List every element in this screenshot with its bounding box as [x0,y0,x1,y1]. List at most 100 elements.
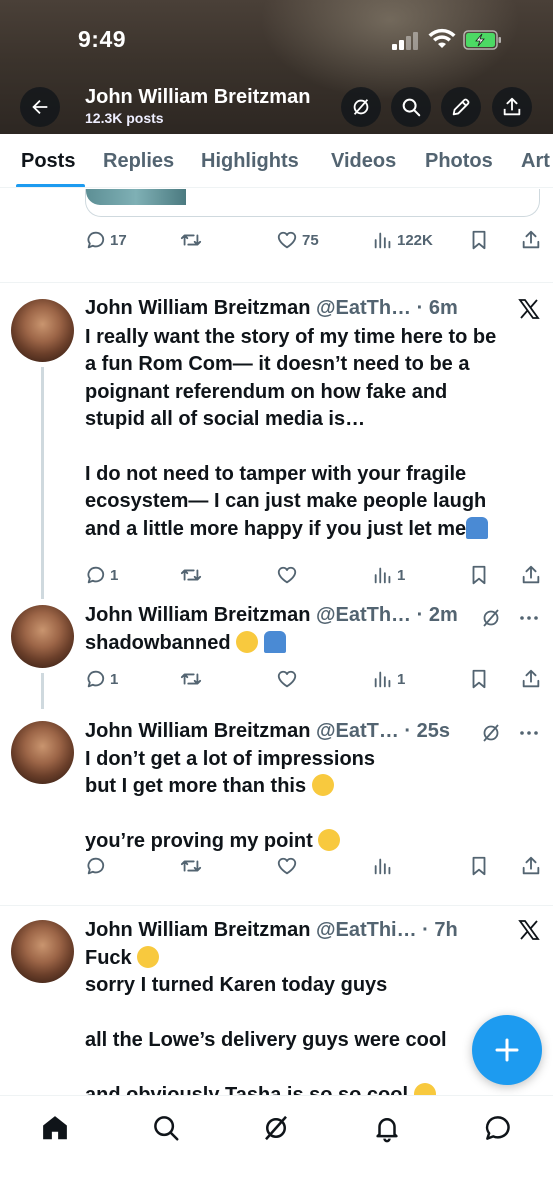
tab-photos[interactable]: Photos [425,150,493,173]
media-thumbnail [86,189,186,205]
grok-icon[interactable] [479,606,503,630]
share-button[interactable] [520,854,542,878]
author-name[interactable]: John William Breitzman [85,604,310,626]
tab-articles[interactable]: Art [521,150,550,173]
avatar[interactable] [11,299,74,362]
nav-notifications[interactable] [369,1110,405,1146]
share-button[interactable] [520,667,542,691]
post-action-bar: 17 75 122K [85,228,545,252]
avatar[interactable] [11,920,74,983]
reply-count: 17 [110,231,127,249]
repost-button[interactable] [179,667,203,691]
views-button[interactable]: 122K [372,228,433,252]
author-name[interactable]: John William Breitzman [85,720,310,742]
grok-icon[interactable] [479,721,503,745]
nav-home[interactable] [37,1110,73,1146]
like-button[interactable]: 75 [275,228,319,252]
reply-count: 1 [110,670,119,688]
like-button[interactable] [275,563,299,587]
notifications-icon [376,1118,398,1143]
repost-icon [180,860,202,872]
post-action-bar: 1 1 [85,667,545,691]
tab-posts[interactable]: Posts [21,150,75,173]
reply-button[interactable] [85,854,107,878]
post-time: · 6m [416,297,458,319]
reply-button[interactable]: 1 [85,563,118,587]
post-text-line-with-emoji: and a little more happy if you just let … [85,516,540,543]
views-button[interactable] [372,854,394,878]
repost-button[interactable] [179,228,203,252]
compose-post-button[interactable] [472,1015,542,1085]
shrug-emoji-icon [466,516,489,539]
like-icon [277,670,297,688]
reply-icon [87,857,105,875]
cellular-signal-icon [392,32,420,50]
views-icon [374,858,391,875]
repost-button[interactable] [179,854,203,878]
author-name[interactable]: John William Breitzman [85,919,310,941]
posts-feed[interactable]: 17 75 122K John William Breitzman @EatTh… [0,189,553,1095]
grok-button[interactable] [341,87,381,127]
home-icon [43,1116,67,1140]
tab-videos[interactable]: Videos [331,150,396,173]
nav-grok[interactable] [258,1110,294,1146]
bookmark-button[interactable] [468,228,490,252]
search-profile-button[interactable] [391,87,431,127]
x-logo-icon [518,920,540,940]
header-banner [260,0,520,100]
bookmark-button[interactable] [468,667,490,691]
post-text-line: sorry I turned Karen today guys [85,974,388,997]
status-time: 9:49 [78,26,127,52]
post-item[interactable]: John William Breitzman @EatT… · 25s I do… [0,709,553,905]
laughing-emoji-icon [236,631,259,653]
tab-highlights[interactable]: Highlights [201,150,299,173]
quoted-media-card[interactable] [85,189,540,217]
bookmark-button[interactable] [468,854,490,878]
author-handle[interactable]: @EatTh… [316,297,411,319]
profile-header: 9:49 John William Breitzman 12.3K posts [0,0,553,134]
tab-replies[interactable]: Replies [103,150,174,173]
author-handle[interactable]: @EatT… [316,720,399,742]
repost-button[interactable] [179,563,203,587]
author-handle[interactable]: @EatThi… [316,919,417,941]
profile-tabs: Posts Replies Highlights Videos Photos A… [0,134,553,188]
post-item[interactable]: John William Breitzman @EatThi… · 7h Fuc… [0,906,553,1095]
avatar[interactable] [11,721,74,784]
share-icon [503,97,521,116]
share-profile-button[interactable] [492,87,532,127]
post-author-line: John William Breitzman @EatT… · 25s [85,718,450,744]
post-text-line: ecosystem— I can just make people laugh [85,490,487,513]
profile-name: John William Breitzman [85,86,311,108]
post-item[interactable]: John William Breitzman @EatTh… · 6m I re… [0,283,553,599]
grok-icon [265,1115,287,1141]
back-button[interactable] [20,87,60,127]
post-text-line-with-emoji: shadowbanned [85,630,540,657]
bookmark-icon [472,565,486,585]
share-button[interactable] [520,563,542,587]
like-button[interactable] [275,667,299,691]
edit-profile-button[interactable] [441,87,481,127]
bookmark-button[interactable] [468,563,490,587]
post-text: shadowbanned [85,630,540,657]
nav-search[interactable] [148,1110,184,1146]
avatar[interactable] [11,605,74,668]
author-handle[interactable]: @EatTh… [316,604,411,626]
more-icon[interactable] [517,721,541,745]
view-count: 1 [397,670,406,688]
post-item[interactable]: John William Breitzman @EatTh… · 2m shad… [0,599,553,709]
nav-messages[interactable] [480,1110,516,1146]
views-button[interactable]: 1 [372,563,405,587]
reply-button[interactable]: 1 [85,667,118,691]
reply-icon [87,566,105,584]
shrug-emoji-icon [263,631,286,653]
post-item[interactable]: 17 75 122K [0,189,553,283]
share-button[interactable] [520,228,542,252]
views-button[interactable]: 1 [372,667,405,691]
active-tab-indicator [16,184,85,187]
author-name[interactable]: John William Breitzman [85,297,310,319]
like-button[interactable] [275,854,299,878]
back-arrow-icon [32,99,48,115]
reply-button[interactable]: 17 [85,228,127,252]
more-icon[interactable] [517,606,541,630]
bookmark-icon [472,230,486,250]
